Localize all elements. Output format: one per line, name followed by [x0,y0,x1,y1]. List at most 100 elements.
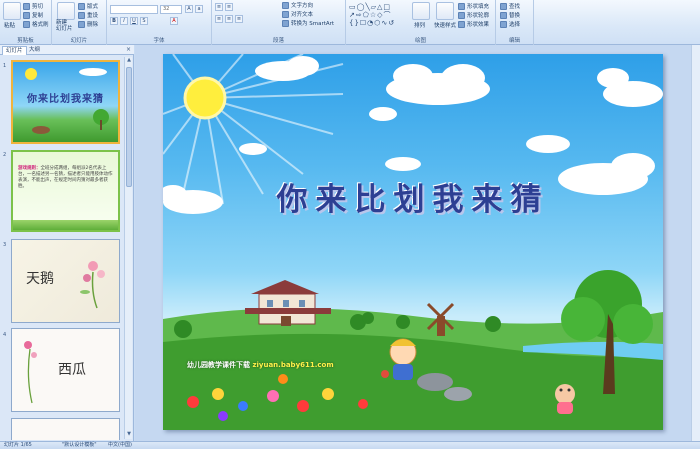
copy-icon [23,11,30,19]
slide-scrollbar[interactable] [691,45,700,441]
slide-thumbnail-4[interactable]: 西瓜 [11,328,120,412]
slides-panel: 幻灯片 大纲 × 1 你来比划我来猜 2 游戏规则：全班分成两组，每组派2名代表… [0,45,134,441]
tab-outline[interactable]: 大纲 [26,46,43,55]
format-painter-button[interactable]: 格式刷 [23,20,49,28]
slide-caption: 幼儿园教学课件下载 ziyuan.baby611.com [187,360,334,370]
theme-name: "默认设计模板" [62,442,97,448]
bold-button[interactable]: B [110,17,118,25]
clipboard-group-label: 剪贴板 [17,38,34,44]
fill-icon [458,2,465,10]
thumbnail-number: 1 [3,63,7,69]
slide-thumbnail-1[interactable]: 你来比划我来猜 [11,60,120,144]
font-group: 32 A a B I U S A 字体 [107,0,212,45]
status-bar: 幻灯片 1/65 "默认设计模板" 中文(中国) [0,441,700,449]
binoculars-icon [500,2,507,10]
font-color-button[interactable]: A [170,17,178,25]
align-left-button[interactable]: ≡ [215,15,223,23]
slide-background-art [163,54,663,430]
quick-styles-label: 快速样式 [434,23,457,29]
thumbnail-rules-text: 游戏规则：全班分成两组，每组派2名代表上台，一名描述另一名猜，描述者只能用肢体动… [18,166,113,189]
font-size-combo[interactable]: 32 [160,5,182,14]
align-text-button[interactable]: 对齐文本 [282,10,313,18]
slide-thumbnail-5-partial[interactable] [11,418,120,440]
text-direction-button[interactable]: 文字方向 [282,1,313,9]
reset-button[interactable]: 重设 [78,11,98,19]
current-slide[interactable]: 你来比划我来猜 幼儿园教学课件下载 ziyuan.baby611.com [163,54,663,430]
language-indicator: 中文(中国) [108,442,132,448]
drawing-group-label: 绘图 [414,38,426,44]
slide-workarea: 你来比划我来猜 幼儿园教学课件下载 ziyuan.baby611.com [135,45,700,441]
strike-button[interactable]: S [140,17,148,25]
thumbnail-number: 2 [3,152,7,158]
slide-thumbnail-2[interactable]: 游戏规则：全班分成两组，每组派2名代表上台，一名描述另一名猜，描述者只能用肢体动… [11,150,120,232]
editing-group: 查找 替换 选择 编辑 [496,0,534,45]
text-direction-icon [282,1,289,9]
bullets-button[interactable]: ≡ [215,3,223,11]
slides-group-label: 幻灯片 [70,38,88,44]
thumbnail-grass [13,220,118,230]
flower-decoration [24,341,37,404]
find-button[interactable]: 查找 [500,2,520,10]
slide-thumbnail-3[interactable]: 天鹅 [11,239,120,323]
effects-icon [458,20,465,28]
new-slide-label: 新建 幻灯片 [56,20,73,32]
panel-tabs: 幻灯片 大纲 × [0,45,134,55]
thumbnail-word: 天鹅 [26,271,54,287]
numbering-button[interactable]: ≡ [225,3,233,11]
scroll-up-icon[interactable]: ▲ [125,57,133,65]
tab-slides[interactable]: 幻灯片 [2,46,27,55]
rock [444,387,472,401]
arrange-label: 排列 [414,23,426,29]
new-slide-button[interactable] [57,2,75,20]
thumbnail-number: 4 [3,332,7,338]
replace-icon [500,11,507,19]
slide-position: 幻灯片 1/65 [4,442,32,448]
grow-font-button[interactable]: A [185,5,193,13]
thumbnail-number: 3 [3,242,7,248]
caption-prefix: 幼儿园教学课件下载 [187,361,250,369]
reset-icon [78,11,85,19]
cut-button[interactable]: 剪切 [23,2,43,10]
arrange-button[interactable] [412,2,430,20]
thumbnail-title: 你来比划我来猜 [27,94,104,105]
cursor-icon [500,20,507,28]
smartart-icon [282,19,289,27]
close-icon[interactable]: × [126,46,131,53]
outline-icon [458,11,465,19]
slides-group: 新建 幻灯片 版式 重设 删除 幻灯片 [52,0,107,45]
replace-button[interactable]: 替换 [500,11,520,19]
align-right-button[interactable]: ≡ [235,15,243,23]
scroll-thumb[interactable] [126,67,132,187]
paste-label: 粘贴 [4,23,16,29]
caption-url: ziyuan.baby611.com [252,361,334,369]
italic-button[interactable]: I [120,17,128,25]
scroll-down-icon[interactable]: ▼ [125,431,133,439]
cartoon-bear [555,384,575,414]
thumbnail-word: 西瓜 [58,362,86,378]
shape-outline-button[interactable]: 形状轮廓 [458,11,489,19]
paragraph-group: ≡ ≡ ≡ ≡ ≡ 文字方向 对齐文本 转换为 SmartArt 段落 [212,0,346,45]
brush-icon [23,20,30,28]
font-group-label: 字体 [153,38,165,44]
sun [183,76,227,120]
ribbon: 粘贴 剪切 复制 格式刷 剪贴板 新建 幻灯片 版式 重设 删除 幻灯片 32 … [0,0,700,45]
clipboard-group: 粘贴 剪切 复制 格式刷 剪贴板 [0,0,52,45]
underline-button[interactable]: U [130,17,138,25]
paste-button[interactable] [3,2,21,20]
shape-effects-button[interactable]: 形状效果 [458,20,489,28]
delete-button[interactable]: 删除 [78,20,98,28]
shapes-gallery[interactable]: ▭◯╲▱△□ ↗⇨⬠☆◇⌒ {}☐◔⬡∿↺ [349,3,401,29]
smartart-button[interactable]: 转换为 SmartArt [282,19,334,27]
panel-scrollbar[interactable]: ▲ ▼ [124,57,132,439]
slide-title[interactable]: 你来比划我来猜 [163,174,663,219]
align-center-button[interactable]: ≡ [225,15,233,23]
drawing-group: ▭◯╲▱△□ ↗⇨⬠☆◇⌒ {}☐◔⬡∿↺ 排列 快速样式 形状填充 形状轮廓 形状… [346,0,496,45]
layout-icon [78,2,85,10]
layout-button[interactable]: 版式 [78,2,98,10]
quick-styles-button[interactable] [436,2,454,20]
shape-fill-button[interactable]: 形状填充 [458,2,489,10]
select-button[interactable]: 选择 [500,20,520,28]
copy-button[interactable]: 复制 [23,11,43,19]
shrink-font-button[interactable]: a [195,5,203,13]
font-name-combo[interactable] [110,5,158,14]
